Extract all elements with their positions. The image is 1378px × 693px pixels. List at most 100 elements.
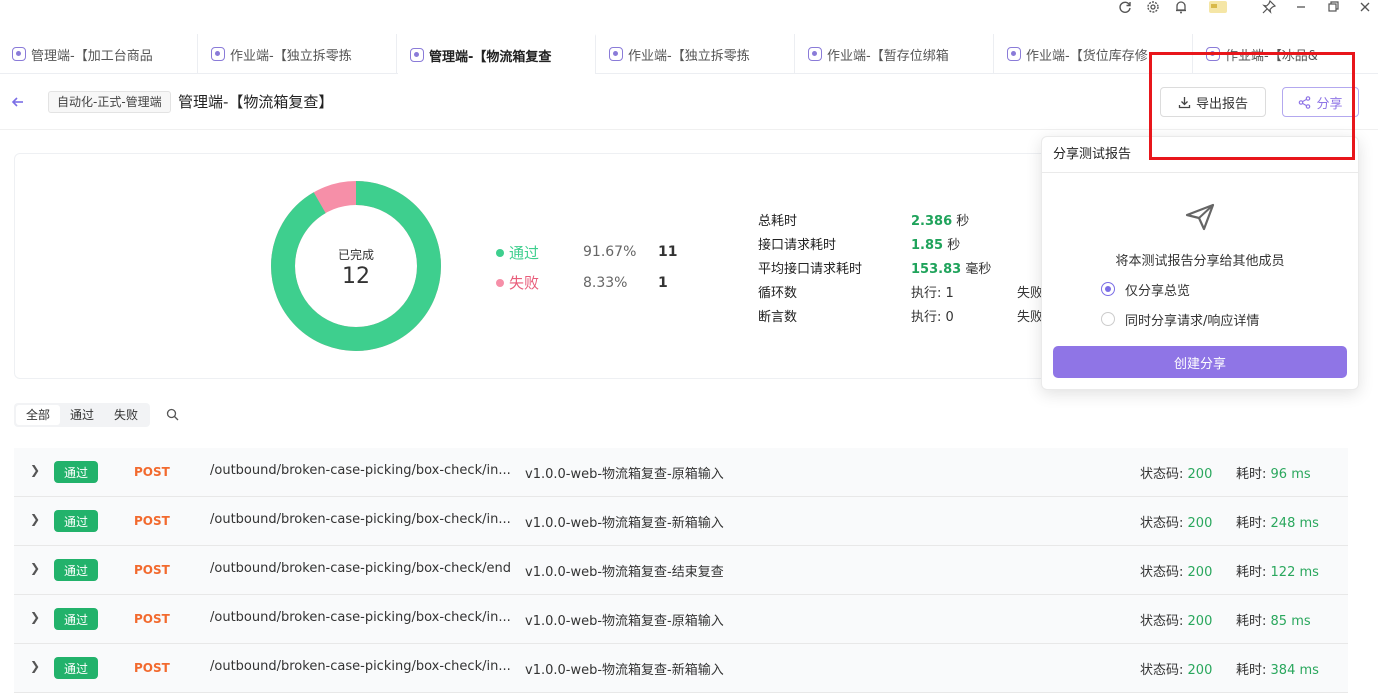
- api-doc-icon: [609, 47, 623, 61]
- tab-label: 作业端-【货位库存修: [1026, 48, 1148, 64]
- status-code: 状态码: 200: [1140, 663, 1213, 678]
- window-titlebar: [0, 0, 1378, 34]
- loop-count-label: 循环数: [758, 286, 798, 301]
- loop-fail-label: 失败: [1017, 286, 1044, 301]
- api-doc-icon: [211, 47, 225, 61]
- fail-dot-icon: [496, 278, 504, 287]
- request-path: /outbound/broken-case-picking/box-check/…: [210, 659, 510, 674]
- status-badge: 通过: [54, 461, 98, 483]
- environment-tag: 自动化-正式-管理端: [48, 91, 171, 113]
- tab-label: 作业端-【独立拆零拣: [230, 48, 352, 64]
- total-time-value: 2.386 秒: [911, 214, 970, 229]
- chevron-right-icon[interactable]: ❯: [30, 463, 40, 477]
- status-badge: 通过: [54, 657, 98, 679]
- option-overview-only-label[interactable]: 仅分享总览: [1125, 280, 1190, 299]
- case-name: v1.0.0-web-物流箱复查-原箱输入: [525, 614, 724, 629]
- refresh-icon[interactable]: [1114, 0, 1136, 14]
- tab-item-active[interactable]: 管理端-【物流箱复查: [398, 34, 596, 74]
- radio-overview-only[interactable]: [1101, 282, 1115, 296]
- request-path: /outbound/broken-case-picking/box-check/…: [210, 561, 510, 576]
- elapsed-time: 耗时: 122 ms: [1236, 565, 1319, 580]
- filter-all[interactable]: 全部: [16, 405, 61, 425]
- search-icon[interactable]: [166, 408, 179, 425]
- create-share-button[interactable]: 创建分享: [1053, 346, 1347, 378]
- table-row[interactable]: ❯ 通过 POST /outbound/broken-case-picking/…: [14, 497, 1348, 546]
- loop-exec-value: 执行: 1: [911, 286, 954, 301]
- tab-label: 管理端-【物流箱复查: [429, 49, 552, 65]
- request-path: /outbound/broken-case-picking/box-check/…: [210, 610, 510, 625]
- option-include-details-label[interactable]: 同时分享请求/响应详情: [1125, 310, 1259, 329]
- share-description: 将本测试报告分享给其他成员: [1115, 254, 1285, 269]
- donut-center-label: 已完成: [337, 248, 374, 262]
- tab-label: 管理端-【加工台商品: [31, 48, 153, 64]
- legend-pass-label: 通过: [509, 244, 540, 262]
- assert-exec-value: 执行: 0: [911, 310, 954, 325]
- avatar[interactable]: [1206, 0, 1232, 14]
- close-icon[interactable]: [1354, 0, 1376, 14]
- elapsed-time: 耗时: 248 ms: [1236, 516, 1319, 531]
- legend-pass: 通过: [496, 242, 539, 263]
- http-method: POST: [134, 563, 170, 577]
- highlight-box: [1149, 52, 1355, 160]
- page-title: 管理端-【物流箱复查】: [178, 93, 334, 111]
- case-name: v1.0.0-web-物流箱复查-原箱输入: [525, 467, 724, 482]
- chevron-right-icon[interactable]: ❯: [30, 561, 40, 575]
- tab-label: 作业端-【独立拆零拣: [628, 48, 750, 64]
- send-icon: [1185, 203, 1215, 235]
- tab-item[interactable]: 作业端-【暂存位绑箱: [796, 34, 994, 74]
- radio-include-details[interactable]: [1101, 312, 1115, 326]
- table-row[interactable]: ❯ 通过 POST /outbound/broken-case-picking/…: [14, 448, 1348, 497]
- fail-count: 1: [658, 275, 668, 291]
- case-name: v1.0.0-web-物流箱复查-新箱输入: [525, 663, 724, 678]
- elapsed-time: 耗时: 96 ms: [1236, 467, 1311, 482]
- status-code: 状态码: 200: [1140, 565, 1213, 580]
- bell-icon[interactable]: [1170, 0, 1192, 14]
- legend-fail: 失败: [496, 272, 539, 293]
- table-row[interactable]: ❯ 通过 POST /outbound/broken-case-picking/…: [14, 546, 1348, 595]
- filter-fail[interactable]: 失败: [104, 405, 148, 425]
- request-time-value: 1.85 秒: [911, 238, 961, 253]
- avg-request-time-value: 153.83 毫秒: [911, 262, 992, 277]
- status-badge: 通过: [54, 559, 98, 581]
- restore-icon[interactable]: [1322, 0, 1344, 14]
- tab-item[interactable]: 作业端-【独立拆零拣: [597, 34, 795, 74]
- minimize-icon[interactable]: [1290, 0, 1312, 14]
- table-row[interactable]: ❯ 通过 POST /outbound/broken-case-picking/…: [14, 644, 1348, 693]
- tab-item[interactable]: 管理端-【加工台商品: [0, 34, 198, 74]
- elapsed-time: 耗时: 384 ms: [1236, 663, 1319, 678]
- status-code: 状态码: 200: [1140, 614, 1213, 629]
- http-method: POST: [134, 661, 170, 675]
- elapsed-time: 耗时: 85 ms: [1236, 614, 1311, 629]
- api-doc-icon: [1007, 47, 1021, 61]
- back-arrow-icon[interactable]: [8, 92, 28, 112]
- total-time-label: 总耗时: [758, 214, 798, 229]
- chevron-right-icon[interactable]: ❯: [30, 512, 40, 526]
- api-doc-icon: [12, 47, 26, 61]
- request-time-label: 接口请求耗时: [758, 238, 837, 253]
- pass-dot-icon: [496, 248, 504, 257]
- chevron-right-icon[interactable]: ❯: [30, 659, 40, 673]
- http-method: POST: [134, 465, 170, 479]
- legend-fail-label: 失败: [509, 274, 540, 292]
- pass-percent: 91.67%: [583, 244, 637, 260]
- settings-icon[interactable]: [1142, 0, 1164, 14]
- tab-label: 作业端-【暂存位绑箱: [827, 48, 949, 64]
- request-path: /outbound/broken-case-picking/box-check/…: [210, 512, 510, 527]
- avg-request-time-label: 平均接口请求耗时: [758, 262, 863, 277]
- pin-icon[interactable]: [1258, 0, 1280, 14]
- table-row[interactable]: ❯ 通过 POST /outbound/broken-case-picking/…: [14, 595, 1348, 644]
- donut-center-total: 12: [342, 264, 370, 289]
- status-code: 状态码: 200: [1140, 467, 1213, 482]
- http-method: POST: [134, 514, 170, 528]
- http-method: POST: [134, 612, 170, 626]
- chevron-right-icon[interactable]: ❯: [30, 610, 40, 624]
- fail-percent: 8.33%: [583, 275, 628, 291]
- tab-item[interactable]: 作业端-【独立拆零拣: [199, 34, 397, 74]
- api-doc-icon: [808, 47, 822, 61]
- filter-pass[interactable]: 通过: [60, 405, 104, 425]
- status-code: 状态码: 200: [1140, 516, 1213, 531]
- share-popover: 分享测试报告 将本测试报告分享给其他成员 仅分享总览 同时分享请求/响应详情 创…: [1041, 136, 1359, 390]
- assert-count-label: 断言数: [758, 310, 798, 325]
- pass-count: 11: [658, 244, 678, 260]
- result-filter: 全部 通过 失败: [14, 403, 151, 427]
